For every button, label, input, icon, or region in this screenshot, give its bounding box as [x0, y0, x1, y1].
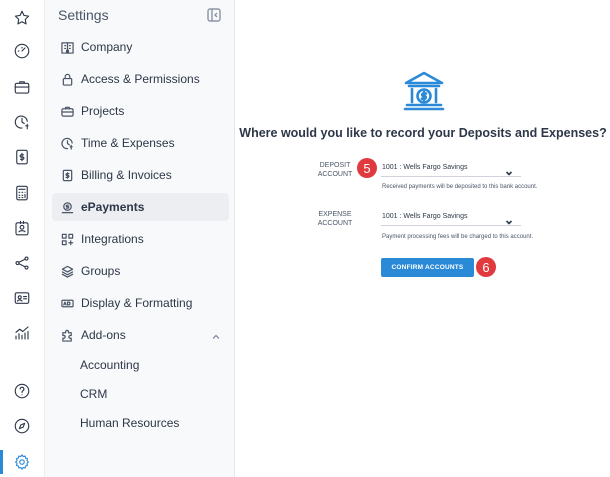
- chevron-down-icon: [505, 213, 513, 225]
- collapse-panel-icon[interactable]: [207, 8, 221, 22]
- briefcase-icon[interactable]: [12, 77, 32, 97]
- deposit-label-line2: ACCOUNT: [317, 171, 353, 178]
- confirm-accounts-button[interactable]: CONFIRM ACCOUNTS: [381, 258, 474, 277]
- id-card-icon[interactable]: [12, 288, 32, 308]
- settings-gear-icon[interactable]: [12, 452, 32, 472]
- sidebar-item-integrations[interactable]: Integrations: [52, 225, 229, 253]
- icon-rail: [0, 0, 45, 477]
- display-format-icon: [60, 296, 74, 310]
- sidebar-item-label: Integrations: [81, 232, 144, 246]
- clock-dollar-icon[interactable]: [12, 112, 32, 132]
- expense-account-select[interactable]: 1001 : Wells Fargo Savings: [381, 208, 521, 226]
- compass-icon[interactable]: [12, 416, 32, 436]
- step-badge-5: 5: [357, 158, 377, 178]
- clock-dollar-icon: [60, 136, 74, 150]
- sidebar-item-add-ons[interactable]: Add-ons: [52, 321, 229, 349]
- sidebar-item-label: ePayments: [81, 200, 145, 214]
- sidebar-item-billing-invoices[interactable]: Billing & Invoices: [52, 161, 229, 189]
- sidebar-subitem-accounting[interactable]: Accounting: [80, 358, 139, 372]
- help-icon[interactable]: [12, 381, 32, 401]
- deposit-help-text: Received payments will be deposited to t…: [382, 184, 538, 190]
- deposit-label-line1: DEPOSIT: [319, 162, 351, 169]
- chevron-up-icon[interactable]: [211, 329, 221, 339]
- invoice-dollar-icon[interactable]: [12, 147, 32, 167]
- sidebar-item-label: Groups: [81, 264, 121, 278]
- star-icon[interactable]: [12, 8, 32, 28]
- sidebar-item-label: Company: [81, 40, 133, 54]
- briefcase-icon: [60, 104, 74, 118]
- expense-account-label: EXPENSE ACCOUNT: [315, 210, 355, 228]
- puzzle-icon: [60, 328, 74, 342]
- page-heading: Where would you like to record your Depo…: [239, 126, 607, 140]
- deposit-account-select[interactable]: 1001 : Wells Fargo Savings: [381, 159, 521, 177]
- sidebar-item-label: Access & Permissions: [81, 72, 200, 86]
- building-icon: [60, 40, 74, 54]
- layers-icon: [60, 264, 74, 278]
- integrations-icon: [60, 232, 74, 246]
- sidebar-item-groups[interactable]: Groups: [52, 257, 229, 285]
- deposit-account-label: DEPOSIT ACCOUNT: [315, 161, 355, 179]
- sidebar-item-projects[interactable]: Projects: [52, 97, 229, 125]
- expense-label-line2: ACCOUNT: [317, 220, 353, 227]
- sidebar-item-label: Time & Expenses: [81, 136, 175, 150]
- sidebar-item-label: Add-ons: [81, 328, 126, 342]
- expense-help-text: Payment processing fees will be charged …: [382, 234, 534, 240]
- dashboard-gauge-icon[interactable]: [12, 41, 32, 61]
- sidebar-item-label: Display & Formatting: [81, 296, 193, 310]
- sidebar-subitem-human-resources[interactable]: Human Resources: [80, 416, 179, 430]
- settings-panel: Settings Company Access & Permissions Pr…: [45, 0, 235, 477]
- active-indicator: [0, 450, 3, 474]
- payment-icon: [60, 200, 74, 214]
- sidebar-item-epayments[interactable]: ePayments: [52, 193, 229, 221]
- contact-card-icon[interactable]: [12, 218, 32, 238]
- sidebar-item-time-expenses[interactable]: Time & Expenses: [52, 129, 229, 157]
- bank-icon: [403, 70, 445, 112]
- sidebar-item-label: Billing & Invoices: [81, 168, 172, 182]
- sidebar-subitem-crm[interactable]: CRM: [80, 387, 107, 401]
- panel-title: Settings: [58, 7, 109, 23]
- sidebar-item-display-formatting[interactable]: Display & Formatting: [52, 289, 229, 317]
- step-badge-6: 6: [476, 257, 496, 277]
- expense-account-value: 1001 : Wells Fargo Savings: [382, 213, 468, 220]
- analytics-chart-icon[interactable]: [12, 323, 32, 343]
- sidebar-item-label: Projects: [81, 104, 125, 118]
- sidebar-item-company[interactable]: Company: [52, 33, 229, 61]
- expense-label-line1: EXPENSE: [318, 211, 352, 218]
- main-content: Where would you like to record your Depo…: [236, 0, 610, 477]
- invoice-icon: [60, 168, 74, 182]
- chevron-down-icon: [505, 164, 513, 176]
- share-network-icon[interactable]: [12, 253, 32, 273]
- deposit-account-value: 1001 : Wells Fargo Savings: [382, 164, 468, 171]
- sidebar-item-access-permissions[interactable]: Access & Permissions: [52, 65, 229, 93]
- calculator-icon[interactable]: [12, 183, 32, 203]
- lock-icon: [60, 72, 74, 86]
